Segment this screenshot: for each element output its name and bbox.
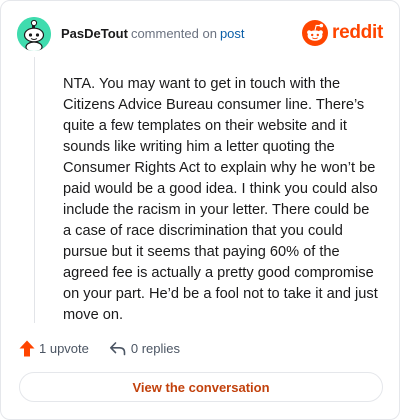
replies-button[interactable]: 0 replies	[109, 341, 180, 356]
comment-header: PasDeTout commented on post reddit	[17, 17, 383, 51]
username[interactable]: PasDeTout	[61, 26, 128, 41]
upvote-arrow-icon	[19, 340, 35, 356]
replies-count: 0 replies	[130, 340, 181, 356]
reddit-brand[interactable]: reddit	[302, 20, 383, 46]
commented-on-label: commented on	[130, 26, 217, 41]
upvote-button[interactable]: 1 upvote	[19, 340, 89, 357]
reddit-logo-icon	[302, 20, 329, 46]
reply-arrow-icon	[109, 341, 126, 355]
comment-embed-card: PasDeTout commented on post reddit NTA. Yo…	[0, 0, 400, 420]
post-link[interactable]: post	[220, 26, 245, 41]
reddit-wordmark: reddit	[332, 22, 383, 43]
upvote-count: 1 upvote	[39, 340, 89, 356]
snoo-avatar-icon[interactable]	[17, 17, 51, 51]
thread-line	[34, 57, 35, 323]
comment-actions: 1 upvote 0 replies	[19, 337, 180, 359]
comment-meta: PasDeTout commented on post	[61, 26, 245, 42]
view-conversation-button[interactable]: View the conversation	[19, 372, 383, 402]
comment-body: NTA. You may want to get in touch with t…	[63, 76, 378, 323]
